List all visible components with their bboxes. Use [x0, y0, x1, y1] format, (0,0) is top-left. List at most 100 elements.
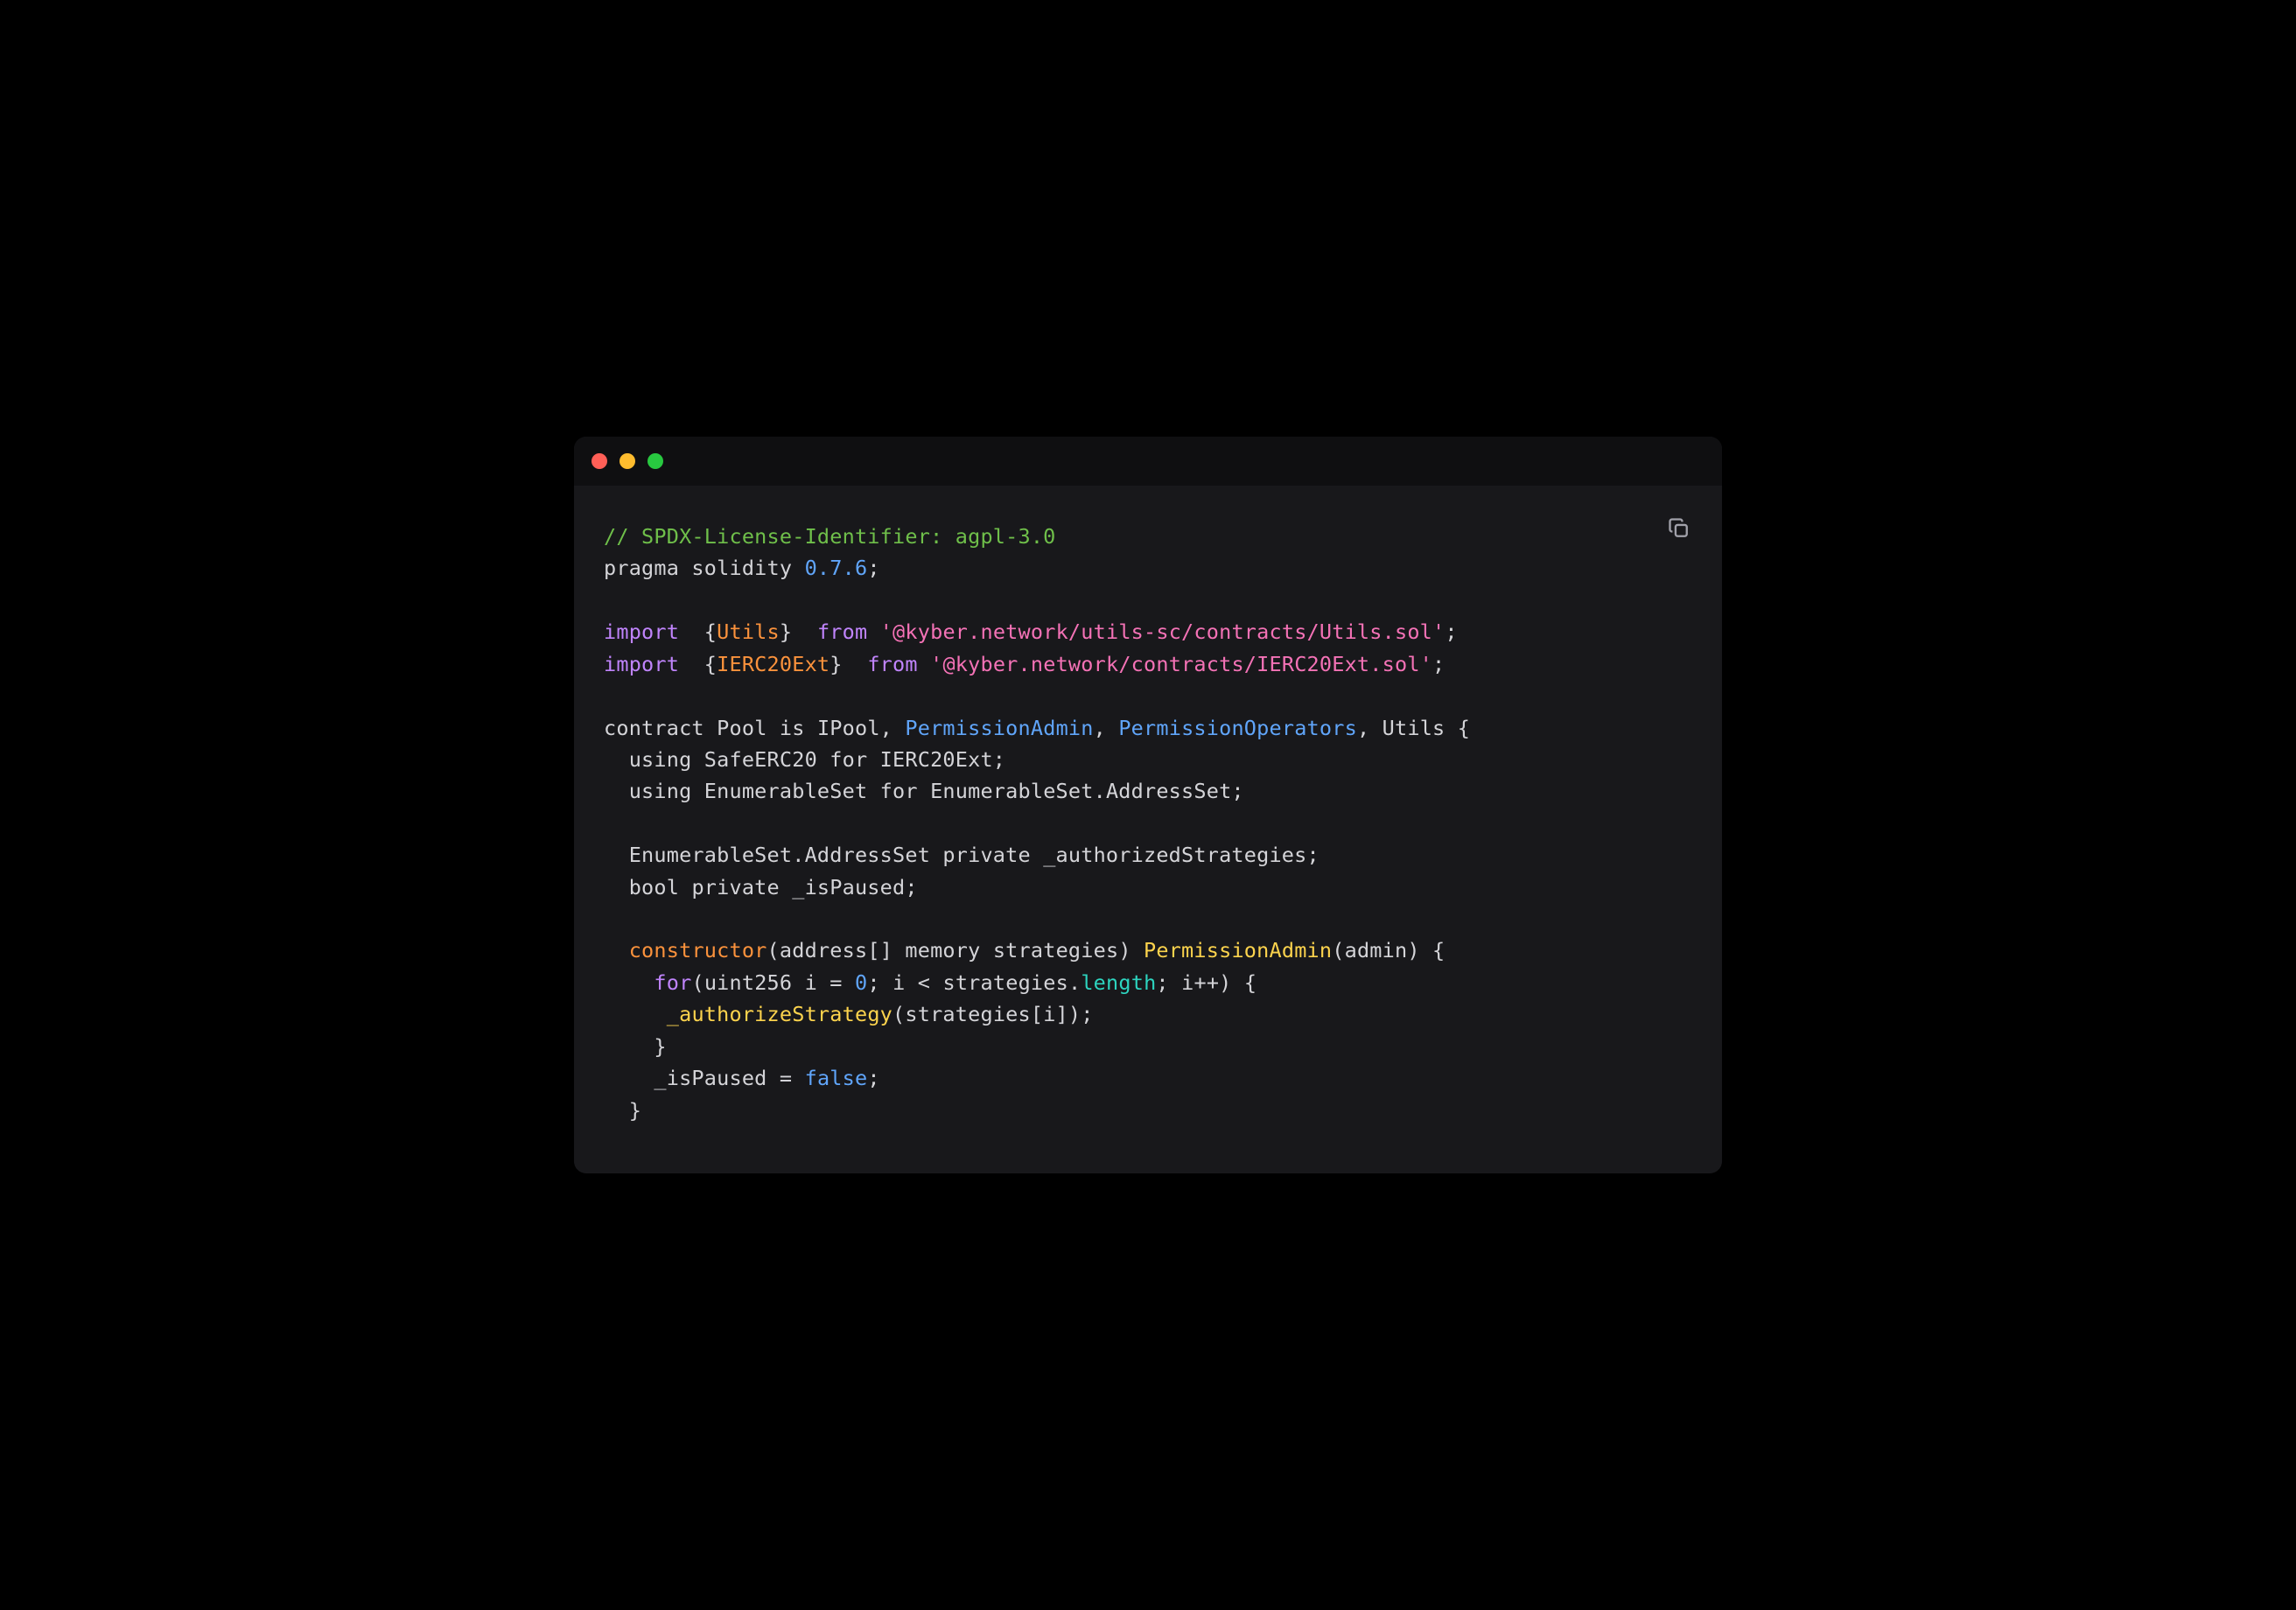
code-token: ( — [691, 970, 704, 995]
close-window-button[interactable] — [592, 453, 607, 469]
code-line: } — [604, 1031, 1692, 1062]
code-token: for — [880, 779, 918, 803]
minimize-window-button[interactable] — [620, 453, 635, 469]
code-token: length — [1081, 970, 1156, 995]
code-token: bool — [604, 875, 691, 900]
code-line — [604, 808, 1692, 839]
code-token: i — [792, 970, 830, 995]
code-line — [604, 903, 1692, 934]
code-token: } — [604, 1034, 667, 1059]
code-token: PermissionAdmin — [1144, 938, 1332, 962]
code-token: is — [780, 716, 805, 740]
code-token: '@kyber.network/utils-sc/contracts/Utils… — [880, 620, 1446, 644]
code-line: pragma solidity 0.7.6; — [604, 552, 1692, 584]
code-token: _isPaused; — [780, 875, 918, 900]
code-token — [604, 938, 629, 962]
code-token — [843, 970, 855, 995]
code-token: PermissionAdmin — [905, 716, 1093, 740]
code-token: IERC20Ext; — [867, 747, 1005, 772]
code-token: import — [604, 620, 679, 644]
code-line: bool private _isPaused; — [604, 872, 1692, 903]
code-token: using SafeERC20 — [604, 747, 830, 772]
code-token: using EnumerableSet — [604, 779, 880, 803]
code-token: private — [691, 875, 779, 900]
code-token: } — [604, 1098, 641, 1123]
code-token: ; — [867, 1066, 879, 1090]
code-token: _isPaused — [604, 1066, 780, 1090]
code-token: = — [830, 970, 842, 995]
code-token: ; i — [1156, 970, 1194, 995]
code-area: // SPDX-License-Identifier: agpl-3.0 prag… — [574, 486, 1722, 1173]
code-token: ; — [1445, 620, 1457, 644]
code-token: 0.7.6 — [805, 556, 868, 580]
code-line: _authorizeStrategy(strategies[i]); — [604, 998, 1692, 1030]
code-token — [792, 1066, 804, 1090]
code-line: using SafeERC20 for IERC20Ext; — [604, 744, 1692, 775]
code-token: strategies) — [980, 938, 1144, 962]
code-token: = — [780, 1066, 792, 1090]
code-line: EnumerableSet.AddressSet private _author… — [604, 839, 1692, 871]
code-token: private — [942, 843, 1030, 867]
code-token — [604, 970, 654, 995]
code-token: Utils — [717, 620, 780, 644]
code-token: '@kyber.network/contracts/IERC20Ext.sol' — [930, 652, 1432, 676]
code-token: memory — [905, 938, 980, 962]
code-token: (admin) { — [1332, 938, 1445, 962]
code-line: } — [604, 1095, 1692, 1126]
code-token: // SPDX-License-Identifier: agpl-3.0 — [604, 524, 1056, 549]
code-line: contract Pool is IPool, PermissionAdmin,… — [604, 712, 1692, 744]
code-token: from — [817, 620, 867, 644]
code-token: , Utils { — [1357, 716, 1470, 740]
code-token — [867, 620, 879, 644]
code-block: // SPDX-License-Identifier: agpl-3.0 prag… — [604, 521, 1692, 1126]
code-line: for(uint256 i = 0; i < strategies.length… — [604, 967, 1692, 998]
code-token: IPool, — [805, 716, 906, 740]
code-line: _isPaused = false; — [604, 1062, 1692, 1094]
zoom-window-button[interactable] — [648, 453, 663, 469]
code-token: ; — [867, 556, 879, 580]
code-token: { — [679, 652, 717, 676]
code-line: // SPDX-License-Identifier: agpl-3.0 — [604, 521, 1692, 552]
code-token: constructor — [629, 938, 767, 962]
code-token: for — [654, 970, 691, 995]
code-token: strategies. — [930, 970, 1081, 995]
code-token: PermissionOperators — [1118, 716, 1357, 740]
code-token: EnumerableSet.AddressSet; — [918, 779, 1244, 803]
code-token: { — [679, 620, 717, 644]
code-token: ++ — [1194, 970, 1219, 995]
code-token: 0 — [855, 970, 867, 995]
code-line: import {Utils} from '@kyber.network/util… — [604, 616, 1692, 648]
copy-button[interactable] — [1664, 515, 1694, 545]
code-token: for — [830, 747, 867, 772]
code-token: import — [604, 652, 679, 676]
code-token: _authorizedStrategies; — [1031, 843, 1320, 867]
code-token: contract — [604, 716, 704, 740]
code-token: Pool — [704, 716, 780, 740]
code-token — [918, 652, 930, 676]
code-token: EnumerableSet.AddressSet — [604, 843, 942, 867]
code-token: IERC20Ext — [717, 652, 830, 676]
code-line — [604, 584, 1692, 616]
code-token: } — [780, 620, 817, 644]
code-token: pragma solidity — [604, 556, 805, 580]
code-token: (strategies[i]); — [892, 1002, 1094, 1026]
code-token: address — [780, 938, 867, 962]
titlebar — [574, 437, 1722, 486]
code-token: _authorizeStrategy — [667, 1002, 892, 1026]
code-token: [] — [867, 938, 905, 962]
code-line: import {IERC20Ext} from '@kyber.network/… — [604, 648, 1692, 680]
code-token: ; — [1432, 652, 1445, 676]
code-window: // SPDX-License-Identifier: agpl-3.0 prag… — [574, 437, 1722, 1173]
code-token: uint256 — [704, 970, 792, 995]
code-line: constructor(address[] memory strategies)… — [604, 934, 1692, 966]
code-token: ; i — [867, 970, 917, 995]
copy-icon — [1667, 516, 1691, 544]
code-token: false — [805, 1066, 868, 1090]
code-token: < — [918, 970, 930, 995]
code-line: using EnumerableSet for EnumerableSet.Ad… — [604, 775, 1692, 807]
code-token: ) { — [1219, 970, 1256, 995]
code-token: ( — [767, 938, 780, 962]
code-token: , — [1094, 716, 1119, 740]
code-token — [604, 1002, 667, 1026]
code-token: } — [830, 652, 867, 676]
